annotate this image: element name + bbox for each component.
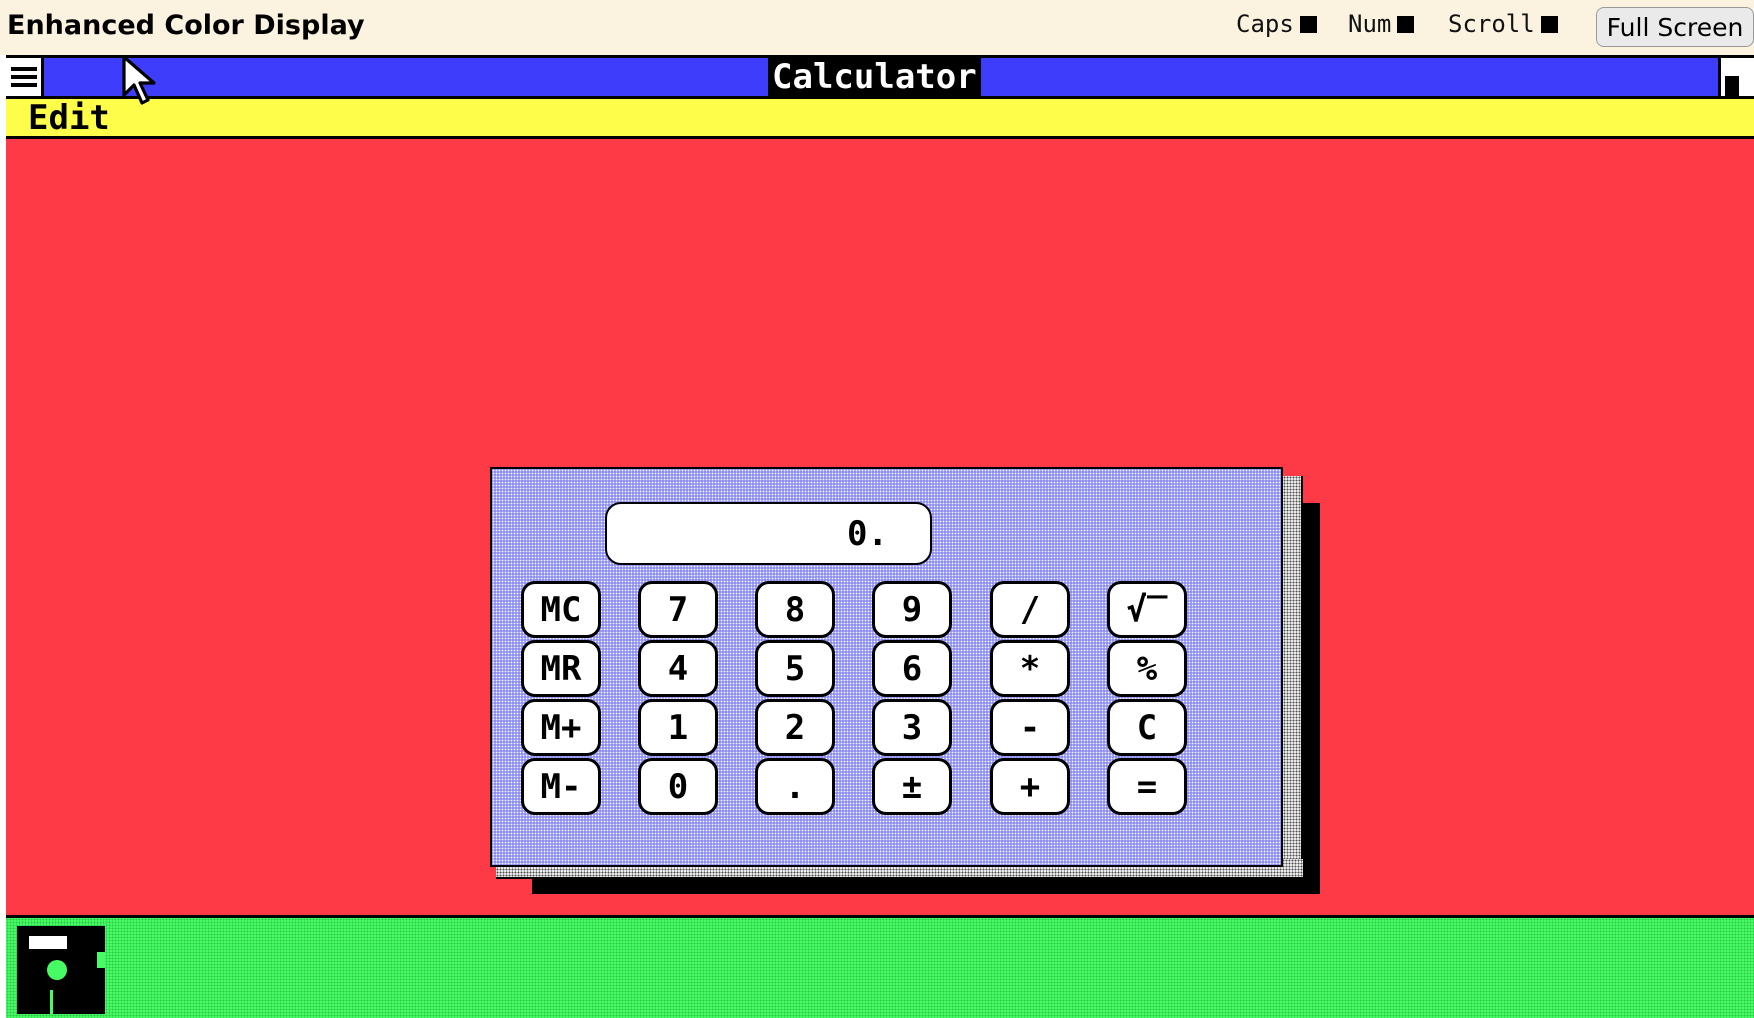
maximize-icon[interactable] xyxy=(1718,58,1754,96)
sign-toggle-button[interactable]: ± xyxy=(872,758,952,815)
calculator-body: 0. MC 7 8 9 / √‾ MR 4 5 6 *% M+ 1 2 3- C M- 0. ± + = xyxy=(490,467,1283,867)
num-label: Num xyxy=(1348,10,1392,38)
scroll-lock-indicator: Scroll xyxy=(1448,10,1558,38)
subtract-button[interactable]: - xyxy=(990,699,1070,756)
percent-button[interactable]: % xyxy=(1107,640,1187,697)
menu-bar: Edit xyxy=(6,99,1754,139)
calculator-display: 0. xyxy=(605,502,932,565)
window-title-bar[interactable]: Calculator xyxy=(6,55,1754,99)
multiply-button[interactable]: * xyxy=(990,640,1070,697)
scroll-label: Scroll xyxy=(1448,10,1535,38)
decimal-button[interactable]: . xyxy=(755,758,835,815)
memory-add-button[interactable]: M+ xyxy=(521,699,601,756)
digit-8-button[interactable]: 8 xyxy=(755,581,835,638)
add-button[interactable]: + xyxy=(990,758,1070,815)
divide-button[interactable]: / xyxy=(990,581,1070,638)
desktop-area: 0. MC 7 8 9 / √‾ MR 4 5 6 *% M+ 1 2 3- C M- 0. ± + = xyxy=(6,139,1754,894)
digit-2-button[interactable]: 2 xyxy=(755,699,835,756)
caps-status-icon xyxy=(1299,15,1317,33)
system-menu-icon[interactable] xyxy=(6,58,44,96)
floppy-disk-icon[interactable] xyxy=(17,926,105,1014)
digit-9-button[interactable]: 9 xyxy=(872,581,952,638)
scroll-status-icon xyxy=(1540,15,1558,33)
icon-area xyxy=(6,915,1754,1018)
digit-0-button[interactable]: 0 xyxy=(638,758,718,815)
window-title: Calculator xyxy=(768,57,981,97)
full-screen-button[interactable]: Full Screen xyxy=(1596,7,1754,47)
clear-button[interactable]: C xyxy=(1107,699,1187,756)
digit-3-button[interactable]: 3 xyxy=(872,699,952,756)
caps-lock-indicator: Caps xyxy=(1236,10,1317,38)
digit-1-button[interactable]: 1 xyxy=(638,699,718,756)
digit-6-button[interactable]: 6 xyxy=(872,640,952,697)
equals-button[interactable]: = xyxy=(1107,758,1187,815)
mouse-pointer-icon xyxy=(122,55,156,105)
memory-clear-button[interactable]: MC xyxy=(521,581,601,638)
digit-7-button[interactable]: 7 xyxy=(638,581,718,638)
square-root-button[interactable]: √‾ xyxy=(1107,581,1187,638)
memory-subtract-button[interactable]: M- xyxy=(521,758,601,815)
digit-5-button[interactable]: 5 xyxy=(755,640,835,697)
num-lock-indicator: Num xyxy=(1348,10,1415,38)
caps-label: Caps xyxy=(1236,10,1294,38)
menu-edit[interactable]: Edit xyxy=(28,99,110,137)
digit-4-button[interactable]: 4 xyxy=(638,640,718,697)
display-mode-title: Enhanced Color Display xyxy=(7,10,365,41)
num-status-icon xyxy=(1397,15,1415,33)
emulator-toolbar: Enhanced Color Display Caps Num Scroll F… xyxy=(0,0,1754,55)
memory-recall-button[interactable]: MR xyxy=(521,640,601,697)
emulator-screen: Calculator Edit 0. MC 7 8 9 / √‾ MR 4 5 6 *% M+ 1 2 3-… xyxy=(6,55,1754,1018)
